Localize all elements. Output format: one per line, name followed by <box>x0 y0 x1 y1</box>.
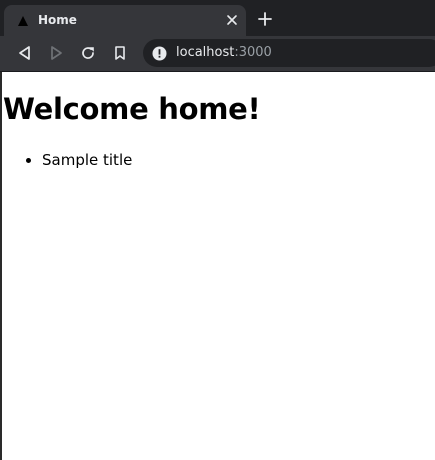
address-bar-url[interactable]: localhost:3000 <box>176 45 272 61</box>
browser-toolbar: localhost:3000 <box>0 36 435 71</box>
info-icon[interactable] <box>152 46 167 61</box>
close-icon[interactable] <box>224 12 240 28</box>
browser-window: Home localhost:3000 Welcome home! • Samp… <box>0 0 435 460</box>
list-item: Sample title <box>42 150 132 170</box>
reload-icon[interactable] <box>79 44 97 62</box>
plus-icon[interactable] <box>256 10 274 28</box>
url-host: localhost <box>176 45 235 60</box>
page-heading: Welcome home! <box>3 92 261 126</box>
page-content: Welcome home! Sample title <box>0 72 435 460</box>
address-bar[interactable]: localhost:3000 <box>143 39 435 67</box>
bookmark-icon[interactable] <box>111 44 129 62</box>
forward-arrow-icon[interactable] <box>47 44 65 62</box>
triangle-favicon-icon <box>18 16 28 26</box>
url-port: :3000 <box>234 45 272 60</box>
tab-title: Home <box>38 13 77 27</box>
tab-strip: Home <box>0 0 435 36</box>
back-arrow-icon[interactable] <box>16 44 34 62</box>
item-list: Sample title <box>2 150 132 170</box>
tab-home[interactable]: Home <box>4 5 246 36</box>
